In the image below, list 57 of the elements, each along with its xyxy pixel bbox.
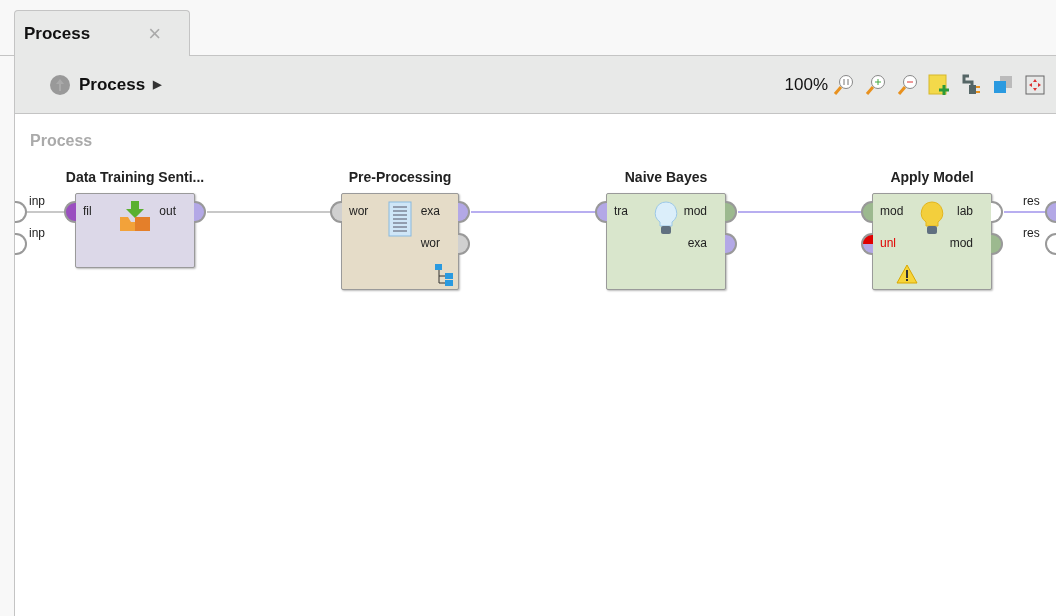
port-label: res	[1023, 194, 1040, 208]
zoom-in-icon[interactable]	[864, 73, 886, 96]
input-port[interactable]	[64, 201, 76, 223]
operator-box[interactable]	[341, 193, 459, 290]
fit-to-screen-icon[interactable]	[1024, 73, 1046, 96]
output-port[interactable]	[725, 233, 737, 255]
arrow-icon[interactable]: ▶	[153, 78, 162, 91]
port-label: out	[159, 204, 176, 218]
operator-box[interactable]	[75, 193, 195, 268]
port-label: lab	[957, 204, 973, 218]
input-port[interactable]	[330, 201, 342, 223]
operator-title: Pre-Processing	[348, 169, 452, 185]
port-label: mod	[880, 204, 904, 218]
operator-title: Apply Model	[890, 169, 974, 185]
warning-icon	[896, 264, 918, 284]
layers-icon[interactable]	[992, 73, 1014, 96]
port-label: tra	[614, 204, 628, 218]
plug-icon[interactable]	[960, 73, 982, 96]
output-port[interactable]	[991, 201, 1003, 223]
add-note-icon[interactable]	[928, 73, 950, 96]
output-port[interactable]	[458, 201, 470, 223]
port-label: exa	[420, 204, 440, 218]
port-label: wor	[349, 204, 369, 218]
operator-title: Naive Bayes	[624, 169, 708, 185]
document-icon	[388, 201, 412, 237]
output-port[interactable]	[194, 201, 206, 223]
port-label: mod	[683, 204, 707, 218]
port-label: inp	[29, 226, 45, 240]
input-port[interactable]	[861, 201, 873, 223]
port-label: mod	[949, 236, 973, 250]
input-port[interactable]	[595, 201, 607, 223]
port-label: inp	[29, 194, 45, 208]
light-bulb-icon	[654, 201, 678, 237]
port-label: res	[1023, 226, 1040, 240]
process-tab[interactable]: Process ×	[14, 10, 190, 56]
operator-title: Data Training Senti...	[65, 169, 205, 185]
port-label: fil	[83, 204, 92, 218]
operator-box[interactable]	[606, 193, 726, 290]
process-output-port[interactable]	[1045, 233, 1056, 255]
subprocess-icon	[435, 264, 453, 286]
process-input-port[interactable]	[15, 201, 27, 223]
light-bulb-icon	[920, 201, 944, 237]
canvas-title: Process	[30, 132, 93, 150]
zoom-out-icon[interactable]	[896, 73, 918, 96]
operator-box[interactable]	[872, 193, 992, 290]
output-port[interactable]	[458, 233, 470, 255]
output-port[interactable]	[991, 233, 1003, 255]
breadcrumb-link[interactable]: Process	[79, 74, 146, 95]
output-port[interactable]	[725, 201, 737, 223]
port-label: wor	[420, 236, 440, 250]
port-label: exa	[687, 236, 707, 250]
port-label: unl	[880, 236, 896, 250]
zoom-level: 100%	[784, 74, 828, 95]
process-output-port[interactable]	[1045, 201, 1056, 223]
input-port[interactable]	[861, 233, 873, 255]
process-input-port[interactable]	[15, 233, 27, 255]
zoom-reset-icon[interactable]	[832, 73, 854, 96]
